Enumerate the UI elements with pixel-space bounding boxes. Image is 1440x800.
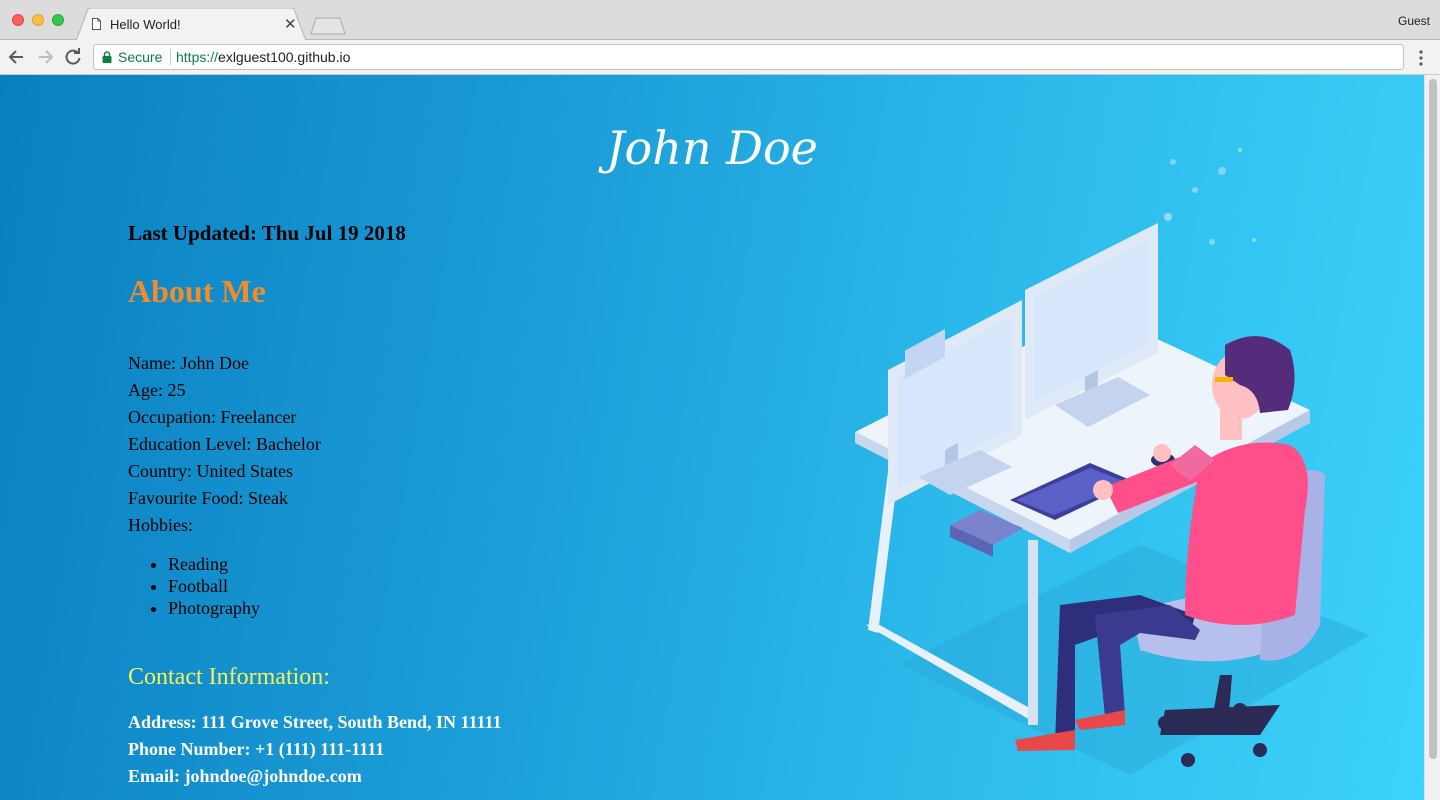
browser-titlebar: Hello World! ✕ Guest: [0, 0, 1440, 41]
address-bar[interactable]: Secure https://exlguest100.github.io: [93, 44, 1404, 70]
contact-heading: Contact Information:: [128, 664, 330, 690]
back-arrow-icon[interactable]: [7, 47, 27, 67]
window-maximize-button[interactable]: [52, 14, 64, 26]
info-hobbies-label: Hobbies:: [128, 515, 193, 535]
window-minimize-button[interactable]: [32, 14, 44, 26]
info-age: Age: 25: [128, 380, 186, 400]
about-heading: About Me: [128, 273, 266, 309]
browser-toolbar: Secure https://exlguest100.github.io: [0, 40, 1440, 75]
info-name: Name: John Doe: [128, 353, 249, 373]
info-country: Country: United States: [128, 461, 293, 481]
page-content: John Doe Last Updated: Thu Jul 19 2018 A…: [0, 75, 1424, 800]
hobbies-list: Reading Football Photography: [128, 553, 260, 619]
last-updated: Last Updated: Thu Jul 19 2018: [128, 221, 406, 245]
scrollbar-thumb[interactable]: [1429, 79, 1437, 759]
list-item: Photography: [168, 597, 260, 619]
vertical-scrollbar[interactable]: [1424, 75, 1440, 800]
secure-label: Secure: [118, 49, 163, 65]
contact-phone: Phone Number: +1 (111) 111-1111: [128, 739, 385, 759]
list-item: Reading: [168, 553, 260, 575]
personal-info: Name: John Doe Age: 25 Occupation: Freel…: [128, 350, 321, 539]
reload-icon[interactable]: [63, 47, 83, 67]
browser-tab[interactable]: Hello World! ✕: [76, 8, 306, 41]
info-food: Favourite Food: Steak: [128, 488, 288, 508]
url-scheme: https://: [176, 49, 219, 65]
menu-dots-icon[interactable]: [1418, 48, 1424, 68]
info-occupation: Occupation: Freelancer: [128, 407, 297, 427]
tab-close-icon[interactable]: ✕: [284, 15, 297, 33]
url-host: exlguest100.github.io: [218, 49, 351, 65]
profile-label[interactable]: Guest: [1398, 14, 1430, 28]
contact-email: Email: johndoe@johndoe.com: [128, 766, 362, 786]
workstation-illustration: [855, 148, 1370, 775]
list-item: Football: [168, 575, 260, 597]
lock-icon: [102, 51, 112, 63]
page-icon: [92, 18, 101, 30]
info-education: Education Level: Bachelor: [128, 434, 321, 454]
contact-address: Address: 111 Grove Street, South Bend, I…: [128, 712, 502, 732]
new-tab-icon[interactable]: [310, 17, 346, 35]
url-separator: [170, 49, 171, 65]
forward-arrow-icon[interactable]: [35, 47, 55, 67]
url-text: https://exlguest100.github.io: [176, 49, 350, 65]
contact-info: Address: 111 Grove Street, South Bend, I…: [128, 709, 502, 790]
tab-title: Hello World!: [110, 17, 181, 32]
window-close-button[interactable]: [12, 14, 24, 26]
